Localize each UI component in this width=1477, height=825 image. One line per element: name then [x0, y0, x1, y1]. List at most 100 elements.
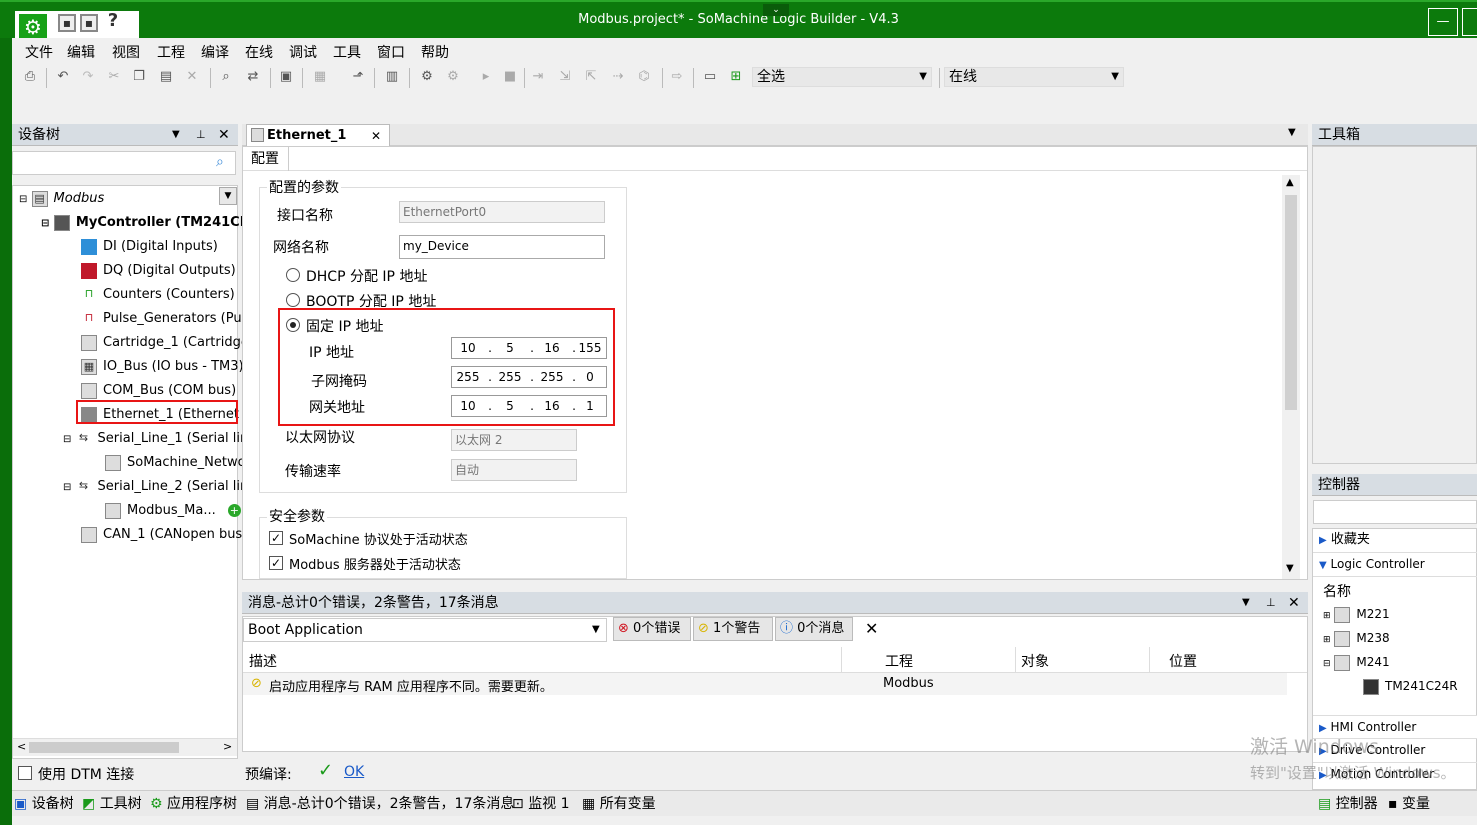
controller-tm241c24r[interactable]: TM241C24R — [1363, 675, 1458, 697]
menu-build[interactable]: 编译 — [201, 42, 229, 62]
step-out-icon[interactable]: ⇱ — [583, 69, 599, 85]
paste-icon[interactable]: ▤ — [158, 69, 174, 85]
tab-variables[interactable]: ▪ 变量 — [1388, 793, 1430, 815]
add-device-icon[interactable]: + — [227, 504, 241, 517]
precompile-ok-link[interactable]: OK — [344, 764, 364, 780]
collapse-ribbon-icon[interactable]: ⌄ — [763, 4, 789, 16]
message-source-combo[interactable]: Boot Application ▼ — [243, 618, 607, 642]
print-icon[interactable]: ⎙ — [22, 69, 38, 85]
tree-hscrollbar[interactable]: < > — [13, 738, 237, 756]
login-icon[interactable]: ⚙ — [419, 69, 435, 85]
tree-item-project[interactable]: ⊟ ▤ Modbus — [19, 188, 104, 210]
delete-icon[interactable]: ✕ — [184, 69, 200, 85]
tab-messages[interactable]: ▤ 消息-总计0个错误，2条警告，17条消息 — [246, 793, 514, 815]
network-name-field[interactable]: my_Device — [399, 235, 605, 259]
logic-controller-section[interactable]: ▼ Logic Controller — [1313, 553, 1477, 577]
build-icon[interactable]: ▥ — [384, 69, 400, 85]
step-over-icon[interactable]: ⇥ — [530, 69, 546, 85]
menu-help[interactable]: 帮助 — [421, 42, 449, 62]
filter-errors-button[interactable]: ⊗ 0个错误 — [613, 617, 691, 641]
help-icon[interactable]: ? — [104, 12, 122, 32]
tab-device-tree[interactable]: ▣ 设备树 — [14, 793, 74, 815]
maximize-button[interactable] — [1462, 8, 1477, 36]
dhcp-radio[interactable] — [286, 268, 300, 282]
hmi-controller-section[interactable]: ▶ HMI Controller — [1313, 715, 1477, 739]
run-icon[interactable]: ▸ — [478, 69, 494, 85]
run-to-cursor-icon[interactable]: ⇢ — [610, 69, 626, 85]
device-search-input[interactable]: ⌕ — [12, 151, 236, 175]
tab-watch[interactable]: ⊡ 监视 1 — [512, 793, 570, 815]
tab-controllers[interactable]: ▤ 控制器 — [1318, 793, 1378, 815]
bootp-radio[interactable] — [286, 293, 300, 307]
monitor-icon[interactable]: ▭ — [702, 69, 718, 85]
clear-messages-icon[interactable]: ✕ — [865, 619, 878, 638]
eth-protocol-field[interactable]: 以太网 2 — [451, 429, 577, 451]
cut-icon[interactable]: ✂ — [106, 69, 122, 85]
somachine-protocol-checkbox[interactable]: ✓ — [269, 531, 283, 545]
redo-icon[interactable]: ↷ — [80, 69, 96, 85]
controller-m241[interactable]: ⊟ M241 — [1323, 651, 1390, 673]
controller-search-input[interactable] — [1313, 500, 1477, 524]
copy-icon[interactable]: ❐ — [131, 69, 147, 85]
pin-icon[interactable]: ⊥ — [1266, 592, 1276, 614]
tree-item-iobus[interactable]: ▦ IO_Bus (IO bus - TM3) — [81, 356, 244, 378]
app-gear-icon[interactable]: ⚙ — [18, 13, 48, 39]
tree-item-dq[interactable]: DQ (Digital Outputs) — [81, 260, 236, 282]
write-icon[interactable]: ⇨ — [669, 69, 685, 85]
tree-item-combus[interactable]: COM_Bus (COM bus) — [81, 380, 236, 402]
breakpoint-icon[interactable]: ⌬ — [636, 69, 652, 85]
subtab-config[interactable]: 配置 — [245, 147, 289, 171]
motion-controller-section[interactable]: ▶ Motion Controller — [1313, 763, 1477, 787]
windows-icon[interactable]: ▣ — [278, 69, 294, 85]
favorites-section[interactable]: ▶ 收藏夹 — [1313, 529, 1477, 553]
tree-item-serial2[interactable]: ⊟ ⇆ Serial_Line_2 (Serial line) — [63, 476, 261, 498]
close-tab-icon[interactable]: ✕ — [371, 125, 381, 147]
online-combo[interactable]: 在线 ▼ — [944, 67, 1124, 87]
message-row[interactable]: ⊘ 启动应用程序与 RAM 应用程序不同。需要更新。 Modbus — [243, 673, 1287, 695]
step-into-icon[interactable]: ⇲ — [557, 69, 573, 85]
search-icon[interactable]: ⌕ — [216, 152, 224, 172]
tree-dropdown-icon[interactable]: ▼ — [219, 187, 237, 205]
controller-m221[interactable]: ⊞ M221 — [1323, 603, 1390, 625]
close-icon[interactable]: ✕ — [218, 124, 230, 146]
tab-app-tree[interactable]: ⚙ 应用程序树 — [150, 793, 237, 815]
menu-edit[interactable]: 编辑 — [67, 42, 95, 62]
tree-item-somachine-net[interactable]: SoMachine_Network — [105, 452, 258, 474]
speed-field[interactable]: 自动 — [451, 459, 577, 481]
tree-item-di[interactable]: DI (Digital Inputs) — [81, 236, 218, 258]
modbus-server-checkbox[interactable]: ✓ — [269, 556, 283, 570]
replace-icon[interactable]: ⇄ — [245, 69, 261, 85]
tree-item-modbus-manager[interactable]: Modbus_Ma... + — [105, 500, 241, 522]
minimize-button[interactable]: — — [1428, 8, 1458, 36]
controller-m238[interactable]: ⊞ M238 — [1323, 627, 1390, 649]
save-all-icon[interactable]: ▪ — [80, 14, 98, 32]
filter-infos-button[interactable]: ⓘ 0个消息 — [775, 617, 853, 641]
menu-tools[interactable]: 工具 — [333, 42, 361, 62]
menu-project[interactable]: 工程 — [157, 42, 185, 62]
logout-icon[interactable]: ⚙ — [445, 69, 461, 85]
grid-icon[interactable]: ▦ — [312, 69, 328, 85]
menu-online[interactable]: 在线 — [245, 42, 273, 62]
editor-vscrollbar[interactable]: ▲ ▼ — [1282, 175, 1300, 579]
tree-item-cartridge[interactable]: Cartridge_1 (Cartridge) — [81, 332, 254, 354]
pin-icon[interactable]: ⊥ — [196, 124, 206, 146]
tree-item-controller[interactable]: ⊟ MyController (TM241CEC — [41, 212, 258, 234]
tab-all-vars[interactable]: ▦ 所有变量 — [582, 793, 656, 815]
tree-item-can[interactable]: CAN_1 (CANopen bus) — [81, 524, 247, 546]
interface-field[interactable]: EthernetPort0 — [399, 201, 605, 223]
dropdown-icon[interactable]: ▼ — [172, 124, 180, 146]
tree-item-pulse[interactable]: ⊓ Pulse_Generators (Pulse — [81, 308, 260, 330]
drive-controller-section[interactable]: ▶ Drive Controller — [1313, 739, 1477, 763]
tree-item-serial1[interactable]: ⊟ ⇆ Serial_Line_1 (Serial line) — [63, 428, 261, 450]
tree-item-counters[interactable]: ⊓ Counters (Counters) — [81, 284, 235, 306]
save-icon[interactable]: ▪ — [58, 14, 76, 32]
menu-view[interactable]: 视图 — [112, 42, 140, 62]
menu-window[interactable]: 窗口 — [377, 42, 405, 62]
find-icon[interactable]: ⌕ — [218, 69, 234, 85]
use-dtm-checkbox[interactable] — [18, 766, 32, 780]
tab-list-icon[interactable]: ▼ — [1288, 127, 1296, 138]
menu-debug[interactable]: 调试 — [289, 42, 317, 62]
tab-ethernet[interactable]: Ethernet_1 ✕ — [246, 124, 390, 147]
menu-file[interactable]: 文件 — [25, 42, 53, 62]
select-combo[interactable]: 全选 ▼ — [752, 67, 932, 87]
